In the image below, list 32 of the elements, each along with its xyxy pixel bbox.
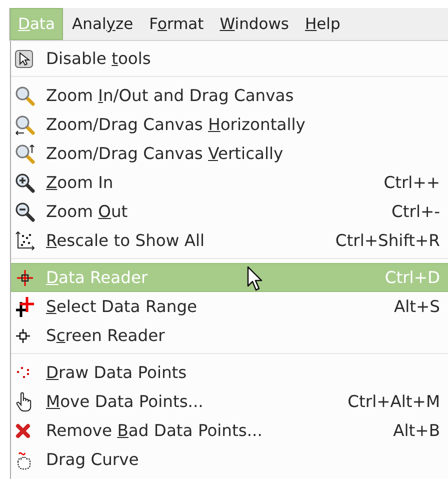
- menu-item[interactable]: Zoom In Ctrl++: [11, 168, 448, 197]
- menu-item[interactable]: Zoom/Drag Canvas Vertically: [11, 139, 448, 168]
- mouse-cursor-icon: [247, 266, 263, 292]
- remove-icon: [15, 422, 31, 438]
- menu-item[interactable]: Disable tools: [11, 44, 448, 73]
- crosshair-icon: [15, 296, 35, 316]
- menu-item[interactable]: Move Data Points... Ctrl+Alt+M: [11, 387, 448, 416]
- menu-title[interactable]: Windows: [212, 8, 296, 40]
- menu-item[interactable]: Remove Bad Data Points... Alt+B: [11, 416, 448, 445]
- menu-item[interactable]: Zoom/Drag Canvas Horizontally: [11, 110, 448, 139]
- menu-title[interactable]: Format: [142, 8, 211, 40]
- magnifier-icon: [15, 144, 35, 164]
- menu-item[interactable]: Select Data Range Alt+S: [11, 292, 448, 321]
- zoom-out-icon: [15, 202, 35, 222]
- crosshair-icon: [15, 328, 31, 344]
- menu-item[interactable]: Screen Reader: [11, 321, 448, 350]
- hand-icon: [15, 392, 33, 412]
- rescale-icon: [15, 230, 35, 250]
- data-points-icon: [15, 366, 31, 380]
- menu-item[interactable]: Drag Curve: [11, 445, 448, 474]
- hand-curve-icon: [15, 450, 33, 470]
- menu-item[interactable]: Zoom Out Ctrl+-: [11, 197, 448, 226]
- menu-title[interactable]: Analyze: [65, 8, 140, 40]
- magnifier-icon: [15, 114, 35, 134]
- menu-item[interactable]: Zoom In/Out and Drag Canvas: [11, 81, 448, 110]
- menu-title[interactable]: Help: [298, 8, 348, 40]
- menu-item[interactable]: Rescale to Show All Ctrl+Shift+R: [11, 226, 448, 255]
- menu-item[interactable]: Draw Data Points: [11, 358, 448, 387]
- crosshair-icon: [15, 268, 35, 288]
- magnifier-icon: [15, 86, 35, 106]
- pointer-icon: [15, 50, 33, 68]
- zoom-in-icon: [15, 172, 35, 192]
